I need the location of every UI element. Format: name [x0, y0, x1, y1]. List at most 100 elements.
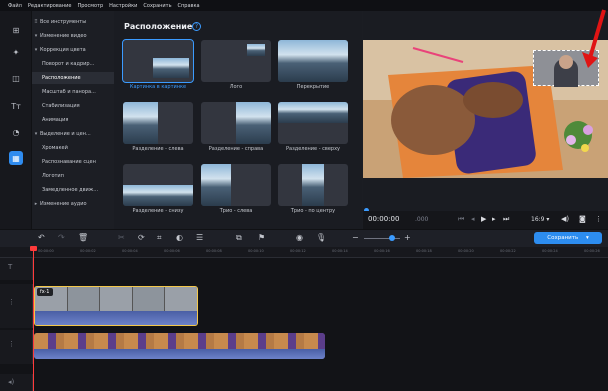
text-icon[interactable]: Tт [9, 99, 23, 113]
category-scene-detection[interactable]: Распознавание сцен [32, 156, 114, 168]
preset-logo[interactable]: Лого [201, 40, 271, 100]
preset-thumbnail [278, 40, 348, 82]
preset-label: Трио - по центру [290, 208, 336, 214]
ruler-tick: 00:00:06 [164, 249, 180, 253]
color-adjust-icon[interactable]: ◐ [176, 233, 183, 242]
save-button[interactable]: Сохранить ▾ [534, 232, 602, 244]
help-icon[interactable]: ? [192, 22, 201, 31]
preset-thumbnail [123, 164, 193, 206]
main-clip-waveform [34, 349, 325, 359]
undo-icon[interactable]: ↶ [38, 233, 45, 242]
cut-icon[interactable]: ✂ [118, 233, 125, 242]
skip-start-icon[interactable]: ⏮ [458, 215, 464, 224]
transitions-icon[interactable]: ◫ [9, 71, 23, 85]
zoom-slider-handle[interactable] [389, 235, 395, 241]
main-video-clip[interactable] [34, 333, 325, 359]
timeline-toolbar: ↶ ↷ 🗑 ✂ ⟳ ⌗ ◐ ☰ ⧉ ⚑ ◉ 🎙 − + Сохранить ▾ [0, 229, 608, 247]
preset-overlay[interactable]: Перекрытие [278, 40, 348, 100]
main-track-header: ⋮ [0, 330, 33, 364]
preset-label: Лого [229, 84, 243, 90]
playhead[interactable] [33, 247, 34, 391]
category-stabilization[interactable]: Стабилизация [32, 100, 114, 112]
save-button-label: Сохранить [547, 235, 579, 241]
category-zoom-pan[interactable]: Масштаб и панора... [32, 86, 114, 98]
ruler-tick: 00:00:26 [584, 249, 600, 253]
menu-help[interactable]: Справка [178, 3, 200, 9]
timecode: 00:00:00 [368, 215, 400, 223]
category-video-edit[interactable]: ▾ Изменение видео [32, 30, 114, 42]
more-options-icon[interactable]: ⋮ [595, 215, 602, 223]
record-icon[interactable]: ◉ [296, 233, 303, 242]
category-list: ⠿ Все инструменты ▾ Изменение видео ▾ Корре… [32, 11, 114, 229]
overlay-clip[interactable]: fx·1 [34, 286, 198, 326]
category-logo[interactable]: Логотип [32, 170, 114, 182]
clip-properties-icon[interactable]: ☰ [196, 233, 203, 242]
pip-face [559, 55, 573, 69]
preset-thumbnail [201, 40, 271, 82]
category-color-correction[interactable]: ▾ Коррекция цвета [32, 44, 114, 56]
insert-icon[interactable]: ⧉ [236, 233, 242, 243]
delete-icon[interactable]: 🗑 [78, 233, 88, 242]
rotate-icon[interactable]: ⟳ [138, 233, 145, 242]
category-chroma-key[interactable]: Хромакей [32, 142, 114, 154]
preset-picture-in-picture[interactable]: Картинка в картинке [122, 39, 194, 100]
step-back-icon[interactable]: ◂ [471, 215, 475, 223]
video-preview[interactable] [363, 40, 608, 178]
category-animation[interactable]: Анимация [32, 114, 114, 126]
red-arrow-icon [582, 9, 606, 68]
menu-view[interactable]: Просмотр [77, 3, 103, 9]
timecode-fraction: .000 [415, 216, 429, 223]
crop-icon[interactable]: ⌗ [157, 233, 162, 243]
snapshot-icon[interactable]: ◙ [579, 215, 586, 223]
tool-icon-bar: ⊞ ✦ ◫ Tт ◔ ▦ [0, 11, 32, 229]
preset-split-top[interactable]: Разделение - сверху [278, 102, 348, 162]
step-forward-icon[interactable]: ▸ [492, 215, 496, 223]
playhead-handle[interactable] [30, 246, 37, 251]
menu-edit[interactable]: Редактирование [28, 3, 72, 9]
preset-trio-center[interactable]: Трио - по центру [278, 164, 348, 224]
save-dropdown-icon[interactable]: ▾ [586, 235, 589, 241]
skip-end-icon[interactable]: ⏭ [503, 215, 509, 224]
import-icon[interactable]: ⊞ [9, 23, 23, 37]
zoom-in-icon[interactable]: + [404, 233, 411, 242]
play-icon[interactable]: ▶ [481, 215, 486, 223]
preview-bottom-area [363, 178, 608, 211]
player-controls: 00:00:00 .000 ⏮ ◂ ▶ ▸ ⏭ 16:9 ▾ ◀) ◙ ⋮ [363, 211, 608, 229]
marker-icon[interactable]: ⚑ [258, 233, 265, 242]
main-clip-thumbnails [34, 333, 325, 349]
zoom-out-icon[interactable]: − [352, 233, 359, 242]
magic-wand-icon[interactable]: ✦ [9, 45, 23, 59]
text-track-icon: T [8, 263, 13, 271]
ruler-tick: 00:00:08 [206, 249, 222, 253]
ruler-tick: 00:00:16 [374, 249, 390, 253]
aspect-ratio-select[interactable]: 16:9 ▾ [531, 216, 549, 223]
text-track-header: T [0, 258, 33, 280]
category-all-tools[interactable]: ⠿ Все инструменты [32, 16, 114, 28]
timeline-ruler[interactable]: 00:00:00 00:00:02 00:00:04 00:00:06 00:0… [0, 247, 608, 258]
overlay-clip-thumbnails [35, 287, 197, 311]
preset-split-bottom[interactable]: Разделение - снизу [123, 164, 193, 224]
menu-bar: Файл Редактирование Просмотр Настройки С… [0, 0, 608, 11]
menu-settings[interactable]: Настройки [109, 3, 137, 9]
menu-file[interactable]: Файл [8, 3, 22, 9]
fx-badge[interactable]: fx·1 [37, 288, 53, 296]
volume-icon[interactable]: ◀) [561, 215, 569, 223]
category-layout[interactable]: Расположение [32, 72, 114, 84]
category-slow-motion[interactable]: Замедленное движ... [32, 184, 114, 196]
category-rotate-crop[interactable]: Поворот и кадрир... [32, 58, 114, 70]
category-highlight[interactable]: ▾ Выделение и цен... [32, 128, 114, 140]
preset-split-right[interactable]: Разделение - справа [201, 102, 271, 162]
stickers-icon[interactable]: ◔ [9, 125, 23, 139]
microphone-icon[interactable]: 🎙 [316, 233, 326, 242]
panel-title: Расположение [124, 22, 193, 31]
preset-thumbnail [201, 102, 271, 144]
preset-split-left[interactable]: Разделение - слева [123, 102, 193, 162]
menu-save[interactable]: Сохранить [143, 3, 171, 9]
more-tools-icon[interactable]: ▦ [9, 151, 23, 165]
preset-label: Разделение - справа [208, 146, 264, 152]
preset-trio-left[interactable]: Трио - слева [201, 164, 271, 224]
preset-thumbnail [278, 164, 348, 206]
redo-icon[interactable]: ↷ [58, 233, 65, 242]
ruler-tick: 00:00:24 [542, 249, 558, 253]
category-audio-edit[interactable]: ▸ Изменение аудио [32, 198, 114, 210]
